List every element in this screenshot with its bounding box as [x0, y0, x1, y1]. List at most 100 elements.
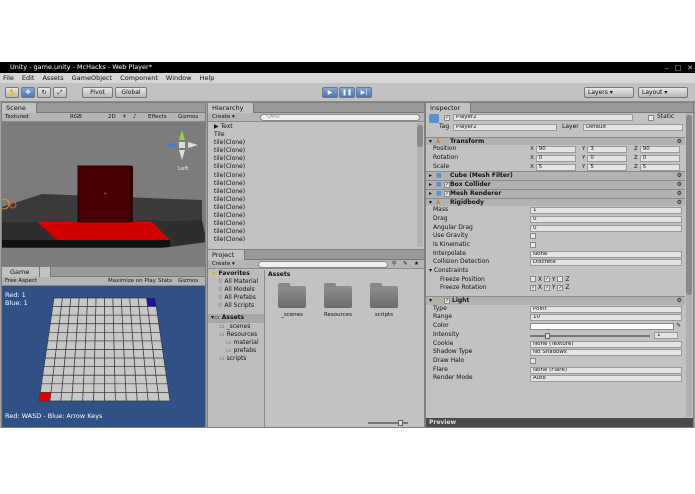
orientation-gizmo[interactable]	[162, 126, 202, 166]
intensity-slider-thumb[interactable]	[545, 332, 550, 339]
z-field[interactable]: 0	[639, 155, 680, 163]
component-header[interactable]: ▸ ■ ✓ Mesh Renderer ⚙	[426, 188, 685, 198]
filter-label-icon[interactable]: ✎	[403, 260, 408, 269]
freeze-rot-z[interactable]: ✓	[557, 284, 564, 291]
hierarchy-create-button[interactable]: Create ▾	[212, 113, 235, 122]
asset-folder[interactable]: scripts	[366, 283, 402, 336]
tree-folder-item[interactable]: ▭ _scenes	[208, 323, 264, 331]
component-header[interactable]: ▸ ■ Cube (Mesh Filter) ⚙	[426, 171, 685, 181]
step-button[interactable]: ▶|	[356, 87, 372, 98]
z-field[interactable]: 90	[639, 146, 680, 154]
menu-file[interactable]: File	[3, 73, 14, 83]
rigidbody-header[interactable]: ▾ ⅄ Rigidbody ⚙	[426, 197, 685, 207]
favorite-item[interactable]: ⚲ All Material	[208, 278, 264, 286]
asset-folder[interactable]: _scenes	[274, 283, 310, 336]
light-value-field[interactable]: No Shadows	[530, 349, 682, 357]
inspector-scrollbar[interactable]	[686, 113, 692, 417]
scale-tool-button[interactable]: ⤢	[53, 87, 67, 98]
hierarchy-item[interactable]: tile(Clone)	[208, 180, 416, 188]
tree-folder-item[interactable]: ▭ Resources	[208, 331, 264, 339]
assets-tree-header[interactable]: ▾▭ Assets	[208, 314, 264, 323]
tab-project[interactable]: Project	[208, 250, 246, 260]
preview-bar[interactable]: Preview	[426, 418, 693, 427]
freeze-pos-y[interactable]: ✓	[543, 276, 550, 283]
rigidbody-value-field[interactable]: 0	[530, 224, 682, 232]
play-button[interactable]: ▶	[322, 87, 338, 98]
light-checkbox[interactable]	[530, 357, 536, 364]
game-gizmos-dropdown[interactable]: Gizmos	[178, 277, 198, 286]
tab-game[interactable]: Game	[2, 267, 52, 277]
layout-dropdown[interactable]: Layout ▾	[638, 87, 688, 98]
filter-type-icon[interactable]: ⚲	[392, 260, 396, 269]
tab-hierarchy[interactable]: Hierarchy	[208, 103, 255, 113]
hierarchy-scrollbar[interactable]	[417, 123, 423, 247]
eyedropper-icon[interactable]: ✎	[676, 322, 681, 331]
menu-component[interactable]: Component	[120, 73, 158, 83]
inspector-scroll-thumb[interactable]	[686, 115, 692, 295]
freeze-rot-x[interactable]: ✓	[530, 284, 536, 291]
menu-window[interactable]: Window	[166, 73, 192, 83]
icon-size-slider[interactable]	[368, 420, 408, 426]
favorite-item[interactable]: ⚲ All Scripts	[208, 302, 264, 310]
menu-assets[interactable]: Assets	[42, 73, 63, 83]
tree-folder-item[interactable]: ▭ scripts	[208, 355, 264, 363]
y-field[interactable]: 3	[587, 146, 628, 154]
audio-icon[interactable]: ♪	[133, 113, 137, 122]
favorites-header[interactable]: ★ Favorites	[208, 270, 264, 278]
shading-mode-dropdown[interactable]: Textured	[5, 113, 29, 122]
tree-folder-item[interactable]: ▭ material	[208, 339, 264, 347]
light-value-field[interactable]: Point	[530, 305, 682, 313]
y-field[interactable]: 5	[587, 163, 628, 171]
object-name-field[interactable]: Player2	[453, 114, 633, 121]
pivot-toggle[interactable]: Pivot	[82, 87, 113, 98]
menu-edit[interactable]: Edit	[22, 73, 35, 83]
layers-dropdown[interactable]: Layers ▾	[584, 87, 634, 98]
hierarchy-item[interactable]: tile(Clone)	[208, 220, 416, 228]
rigidbody-checkbox[interactable]	[530, 241, 536, 248]
tab-inspector[interactable]: Inspector	[426, 103, 472, 113]
stats-toggle[interactable]: Stats	[158, 277, 172, 286]
rigidbody-value-field[interactable]: 1	[530, 207, 682, 215]
asset-folder[interactable]: Resources	[320, 283, 356, 336]
hierarchy-scroll-thumb[interactable]	[417, 125, 423, 147]
z-field[interactable]: 5	[639, 163, 680, 171]
2d-toggle[interactable]: 2D	[108, 113, 116, 122]
x-field[interactable]: 90	[535, 146, 576, 154]
rigidbody-value-field[interactable]: 0	[530, 215, 682, 223]
effects-dropdown[interactable]: Effects	[148, 113, 167, 122]
freeze-pos-x[interactable]	[530, 276, 536, 283]
global-toggle[interactable]: Global	[115, 87, 147, 98]
lighting-icon[interactable]: ☀	[122, 113, 127, 122]
static-checkbox[interactable]	[648, 115, 654, 121]
hierarchy-item[interactable]: tile(Clone)	[208, 188, 416, 196]
hierarchy-item[interactable]: tile(Clone)	[208, 155, 416, 163]
hierarchy-item[interactable]: tile(Clone)	[208, 139, 416, 147]
project-search-input[interactable]	[258, 261, 388, 268]
hierarchy-item[interactable]: tile(Clone)	[208, 163, 416, 171]
tree-folder-item[interactable]: ▭ prefabs	[208, 347, 264, 355]
favorite-item[interactable]: ⚲ All Models	[208, 286, 264, 294]
rigidbody-checkbox[interactable]	[530, 233, 536, 240]
freeze-pos-z[interactable]	[557, 276, 564, 283]
game-viewport[interactable]: Red: 1 Blue: 1 Red: WASD - Blue: Arrow K…	[2, 286, 205, 427]
hierarchy-search-input[interactable]: Q▾All	[260, 114, 420, 121]
favorite-icon[interactable]: ★	[414, 260, 419, 269]
active-checkbox[interactable]: ✓	[444, 115, 450, 121]
light-enabled-checkbox[interactable]: ✓	[444, 298, 450, 305]
hierarchy-item[interactable]: tile(Clone)	[208, 147, 416, 155]
hierarchy-item[interactable]: tile(Clone)	[208, 236, 416, 244]
move-tool-button[interactable]: ✥	[21, 87, 35, 98]
y-field[interactable]: 0	[587, 155, 628, 163]
light-value-field[interactable]: 10	[530, 314, 682, 322]
maximize-on-play-toggle[interactable]: Maximize on Play	[108, 277, 156, 286]
hierarchy-item[interactable]: tile(Clone)	[208, 172, 416, 180]
hierarchy-item[interactable]: tile(Clone)	[208, 204, 416, 212]
rotate-tool-button[interactable]: ↻	[37, 87, 51, 98]
rigidbody-value-field[interactable]: None	[530, 250, 682, 258]
menu-help[interactable]: Help	[200, 73, 215, 83]
hierarchy-item[interactable]: tile(Clone)	[208, 228, 416, 236]
aspect-dropdown[interactable]: Free Aspect	[5, 277, 37, 286]
rigidbody-value-field[interactable]: Discrete	[530, 259, 682, 267]
light-value-field[interactable]: None (Texture)	[530, 340, 682, 348]
color-swatch[interactable]	[530, 323, 674, 331]
